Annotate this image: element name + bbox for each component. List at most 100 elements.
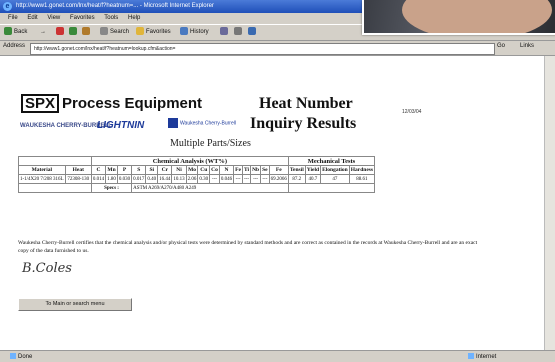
column-header: Fe [268,165,289,175]
table-cell: 0.030 [116,174,133,184]
spec-row: Specs : ASTM A269/A270/A480 A249 [18,183,376,193]
spec-value: ASTM A269/A270/A480 A249 [131,183,289,193]
certification-text: Waukesha Cherry-Burrell certifies that t… [18,240,478,254]
go-button[interactable]: Go [497,43,505,49]
column-header: Cr [157,165,173,175]
mechanical-tests-header: Mechanical Tests [287,156,376,166]
menu-edit[interactable]: Edit [27,15,37,21]
refresh-button[interactable] [69,27,79,38]
history-icon [180,27,188,36]
subheading: Multiple Parts/Sizes [170,138,251,149]
print-button[interactable] [234,27,244,38]
browser-window: e http://www1.gonet.com/lnx/heat/f?heatn… [0,0,555,362]
refresh-icon [69,27,77,36]
status-bar: Done Internet [0,350,555,362]
edit-button[interactable] [248,27,258,38]
lightnin-logo: LIGHTNIN [97,120,145,131]
photo-subject [402,0,552,33]
main-menu-button[interactable]: To Main or search menu [18,298,132,311]
menu-file[interactable]: File [8,15,18,21]
status-text: Done [10,351,32,362]
table-group-header-row: Chemical Analysis (WT%) Mechanical Tests [18,156,376,166]
page-done-icon [10,353,16,360]
page-title-line2: Inquiry Results [250,115,357,132]
page: e http://www1.gonet.com/lnx/heat/f?heatn… [0,0,555,362]
page-title-line1: Heat Number [259,95,353,112]
page-title: Heat Number Inquiry Results [233,94,423,134]
window-title: http://www1.gonet.com/lnx/heat/f?heatnum… [16,3,214,9]
column-header: Hardness [348,165,376,175]
column-header: P [116,165,133,175]
search-button[interactable]: Search [100,27,129,38]
table-row: 1-1/4X20 7/208 316L 72308-130 0.014 1.80… [18,174,376,184]
column-header: Ni [171,165,187,175]
table-cell: 69.2066 [268,174,289,184]
stop-icon [56,27,64,36]
table-cell: --- [209,174,220,184]
column-header: Cu [197,165,211,175]
column-header: Tensil [287,165,306,175]
table-cell: --- [233,174,243,184]
wcb-logo: Waukesha Cherry-Burrell [168,118,236,128]
mail-icon [220,27,228,36]
menu-favorites[interactable]: Favorites [70,15,95,21]
edit-icon [248,27,256,36]
column-header: Heat [64,165,92,175]
stop-button[interactable] [56,27,66,38]
chemical-analysis-header: Chemical Analysis (WT%) [90,156,289,166]
column-header: Ti [241,165,252,175]
company-name: Process Equipment [62,95,203,112]
column-header: Fe [233,165,243,175]
column-header: Nb [250,165,262,175]
column-header: S [131,165,147,175]
home-button[interactable] [82,27,92,38]
zone-indicator: Internet [468,351,496,362]
vertical-scrollbar[interactable] [544,56,555,350]
table-cell: 47 [320,174,350,184]
menu-view[interactable]: View [47,15,60,21]
address-input[interactable]: http://www1.gonet.com/lnx/heat/f?heatnum… [30,43,495,55]
table-cell: 1.80 [105,174,118,184]
column-header: Mo [185,165,199,175]
menu-tools[interactable]: Tools [104,15,118,21]
table-cell: 2.06 [185,174,199,184]
table-cell: 87.2 [287,174,306,184]
table-cell: 1-1/4X20 7/208 316L [18,174,66,184]
table-cell: 10.13 [171,174,187,184]
column-header: Material [18,165,66,175]
internet-explorer-icon: e [3,2,12,11]
table-cell: 0.017 [131,174,147,184]
signature: B.Coles [22,261,72,276]
table-cell: 40.7 [304,174,322,184]
internet-zone-icon [468,353,474,360]
address-bar: Address http://www1.gonet.com/lnx/heat/f… [0,41,555,56]
wcb-logo-icon [168,118,178,128]
menu-help[interactable]: Help [128,15,140,21]
column-header: Co [209,165,220,175]
table-cell: 0.014 [90,174,107,184]
results-table: Chemical Analysis (WT%) Mechanical Tests… [18,156,376,193]
table-cell: --- [260,174,270,184]
table-header-row: Material Heat C Mn P S Si Cr Ni Mo Cu Co… [18,165,376,175]
table-cell: 0.40 [145,174,159,184]
table-cell: --- [250,174,262,184]
table-cell: 0.046 [218,174,235,184]
table-cell: 0.30 [197,174,211,184]
forward-button[interactable]: → [40,27,46,38]
address-label: Address [3,43,26,49]
column-header: N [218,165,235,175]
history-button[interactable]: History [180,27,209,38]
column-header: C [90,165,107,175]
home-icon [82,27,90,36]
table-cell: --- [241,174,252,184]
column-header: Mn [105,165,118,175]
links-button[interactable]: Links [520,43,534,49]
back-button[interactable]: Back [4,27,27,38]
print-icon [234,27,242,36]
column-header: Se [260,165,270,175]
favorites-button[interactable]: Favorites [136,27,171,38]
back-arrow-icon [4,27,12,36]
mail-button[interactable] [220,27,230,38]
search-icon [100,27,108,36]
column-header: Si [145,165,159,175]
